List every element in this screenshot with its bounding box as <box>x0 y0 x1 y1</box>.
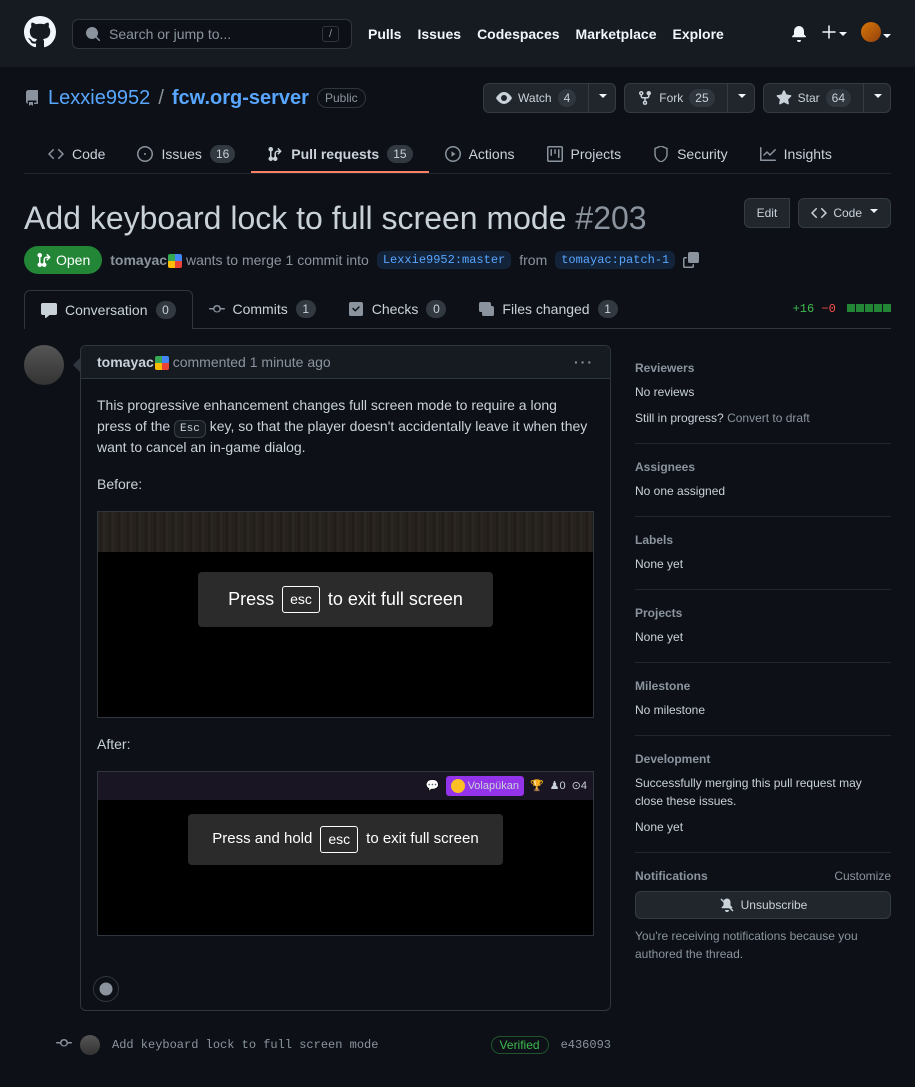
star-icon <box>776 90 792 106</box>
add-menu[interactable] <box>821 24 847 43</box>
trophy-icon: 🏆 <box>530 778 544 795</box>
convert-to-draft-link[interactable]: Convert to draft <box>727 411 810 425</box>
customize-link[interactable]: Customize <box>834 869 891 883</box>
visibility-badge: Public <box>317 88 366 108</box>
eye-icon <box>496 90 512 106</box>
development-text: Successfully merging this pull request m… <box>635 774 891 810</box>
repo-owner-link[interactable]: Lexxie9952 <box>48 87 150 110</box>
checks-icon <box>348 301 364 317</box>
git-pull-request-icon <box>36 252 52 268</box>
screenshot-after[interactable]: 💬 Volapükan 🏆 ♟0 ⊙4 Press and holdescto … <box>97 771 594 936</box>
tab-code[interactable]: Code <box>32 137 121 173</box>
esc-kbd: Esc <box>174 420 206 438</box>
tab-insights[interactable]: Insights <box>744 137 848 173</box>
commit-entry[interactable]: Add keyboard lock to full screen mode Ve… <box>24 1027 611 1063</box>
notifications-header: Notifications Customize <box>635 869 891 883</box>
tab-security[interactable]: Security <box>637 137 744 173</box>
star-count: 64 <box>826 89 851 107</box>
user-avatar <box>861 22 881 42</box>
comment-menu[interactable]: ··· <box>574 354 594 370</box>
comment-box: tomayac commented 1 minute ago ··· This … <box>80 345 611 1011</box>
nav-pulls[interactable]: Pulls <box>368 26 401 42</box>
star-button[interactable]: Star 64 <box>763 83 864 113</box>
subtab-commits[interactable]: Commits1 <box>193 290 332 328</box>
google-badge-icon <box>168 254 182 268</box>
search-input[interactable]: Search or jump to... / <box>72 19 352 49</box>
head-branch[interactable]: tomayac:patch-1 <box>555 251 675 269</box>
pr-meta: Open tomayac wants to merge 1 commit int… <box>24 246 891 274</box>
pr-author-link[interactable]: tomayac <box>110 252 182 268</box>
projects-header[interactable]: Projects <box>635 606 891 620</box>
code-button[interactable]: Code <box>798 198 891 228</box>
milestone-header[interactable]: Milestone <box>635 679 891 693</box>
labels-header[interactable]: Labels <box>635 533 891 547</box>
bell-icon[interactable] <box>791 26 807 42</box>
nav-issues[interactable]: Issues <box>417 26 461 42</box>
pr-title: Add keyboard lock to full screen mode #2… <box>24 198 647 238</box>
base-branch[interactable]: Lexxie9952:master <box>377 251 511 269</box>
assignees-header[interactable]: Assignees <box>635 460 891 474</box>
add-reaction-button[interactable] <box>93 976 119 1002</box>
mute-icon <box>719 897 735 913</box>
fork-button[interactable]: Fork 25 <box>624 83 727 113</box>
commit-author-avatar <box>80 1035 100 1055</box>
state-open-badge: Open <box>24 246 102 274</box>
comment-author-link[interactable]: tomayac <box>97 354 169 370</box>
repo-name-link[interactable]: fcw.org-server <box>172 87 309 110</box>
copy-icon[interactable] <box>683 252 699 268</box>
milestone-value: No milestone <box>635 701 891 719</box>
fork-icon <box>637 90 653 106</box>
nav-marketplace[interactable]: Marketplace <box>576 26 657 42</box>
reviewers-header[interactable]: Reviewers <box>635 361 891 375</box>
commit-icon <box>56 1035 72 1051</box>
tab-issues[interactable]: Issues16 <box>121 137 251 173</box>
fork-dropdown[interactable] <box>728 83 755 113</box>
author-avatar[interactable] <box>24 345 64 385</box>
edit-button[interactable]: Edit <box>744 198 791 228</box>
search-placeholder: Search or jump to... <box>109 26 231 42</box>
comment-body: This progressive enhancement changes ful… <box>81 379 610 968</box>
commit-message[interactable]: Add keyboard lock to full screen mode <box>112 1038 479 1052</box>
smiley-icon <box>98 981 114 997</box>
fork-count: 25 <box>689 89 714 107</box>
screenshot-before[interactable]: Pressescto exit full screen <box>97 511 594 718</box>
nav-explore[interactable]: Explore <box>672 26 723 42</box>
chat-icon: 💬 <box>426 778 440 795</box>
after-label: After: <box>97 734 594 755</box>
user-menu[interactable] <box>861 22 891 45</box>
tab-projects[interactable]: Projects <box>531 137 638 173</box>
watch-count: 4 <box>558 89 577 107</box>
google-badge-icon <box>155 356 169 370</box>
before-label: Before: <box>97 474 594 495</box>
projects-value: None yet <box>635 628 891 646</box>
search-icon <box>85 26 101 42</box>
nav-codespaces[interactable]: Codespaces <box>477 26 559 42</box>
verified-badge[interactable]: Verified <box>491 1036 549 1054</box>
labels-value: None yet <box>635 555 891 573</box>
commit-icon <box>209 301 225 317</box>
commit-sha[interactable]: e436093 <box>561 1038 611 1052</box>
pr-number: #203 <box>575 200 646 236</box>
diffstat: +16 −0 <box>793 302 891 316</box>
watch-dropdown[interactable] <box>589 83 616 113</box>
search-shortcut: / <box>322 26 339 42</box>
subtab-checks[interactable]: Checks0 <box>332 290 463 328</box>
subtab-files[interactable]: Files changed1 <box>462 290 633 328</box>
comment-timestamp: commented 1 minute ago <box>173 354 331 370</box>
repo-icon <box>24 90 40 106</box>
comment-icon <box>41 302 57 318</box>
file-diff-icon <box>478 301 494 317</box>
subtab-conversation[interactable]: Conversation0 <box>24 290 193 329</box>
notification-reason: You're receiving notifications because y… <box>635 927 891 963</box>
reviewers-value: No reviews <box>635 383 891 401</box>
tab-pull-requests[interactable]: Pull requests15 <box>251 137 428 173</box>
tab-actions[interactable]: Actions <box>429 137 531 173</box>
github-logo[interactable] <box>24 16 56 51</box>
star-dropdown[interactable] <box>864 83 891 113</box>
development-header[interactable]: Development <box>635 752 891 766</box>
watch-button[interactable]: Watch 4 <box>483 83 589 113</box>
assignees-value: No one assigned <box>635 482 891 500</box>
code-icon <box>811 205 827 221</box>
unsubscribe-button[interactable]: Unsubscribe <box>635 891 891 919</box>
